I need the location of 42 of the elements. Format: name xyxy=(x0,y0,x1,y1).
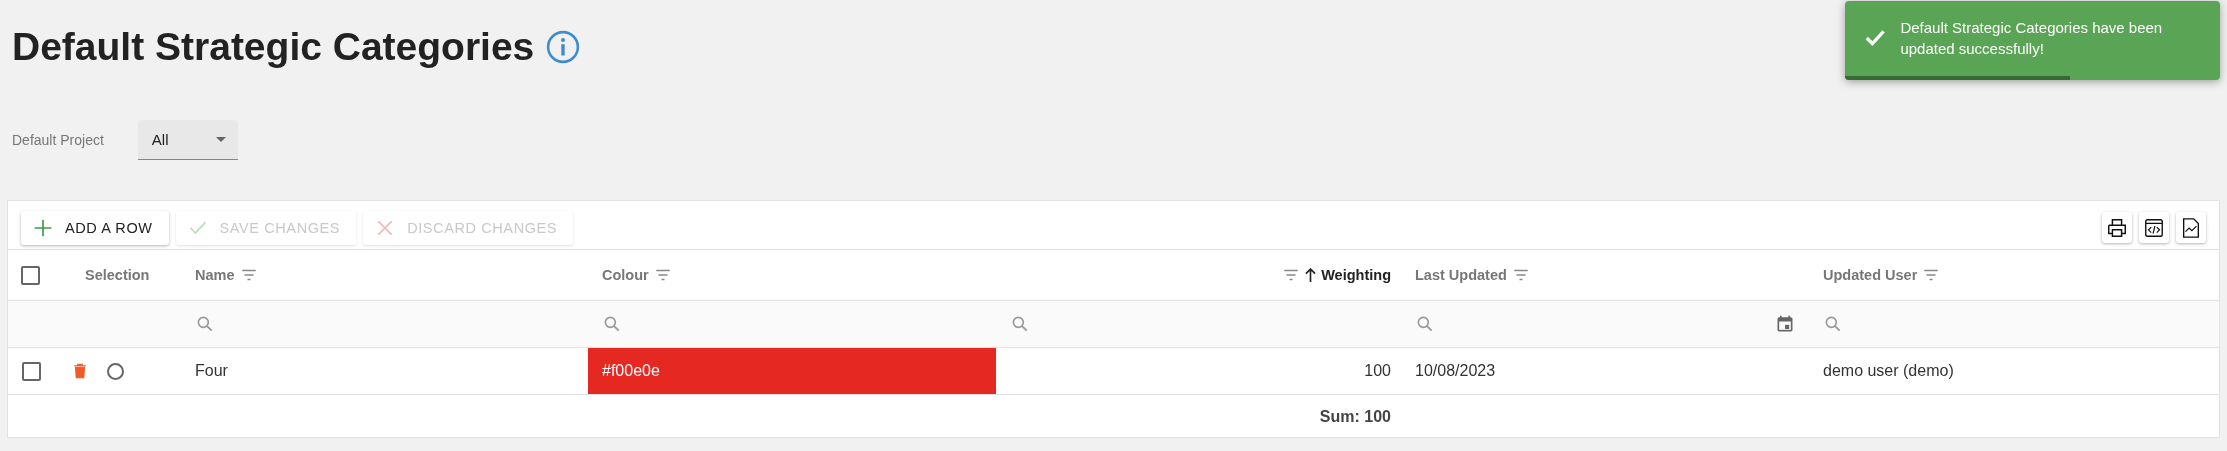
project-dropdown[interactable]: All xyxy=(137,120,238,160)
radio-button[interactable] xyxy=(107,362,124,380)
search-icon xyxy=(195,314,215,334)
toast-message: Default Strategic Categories have been updated successfully! xyxy=(1900,17,2164,59)
column-header[interactable]: Selection xyxy=(85,267,150,283)
printer-icon xyxy=(2106,216,2128,239)
table-cell: Four xyxy=(195,362,228,380)
filter-field[interactable] xyxy=(602,314,622,334)
chart-file-icon xyxy=(2180,216,2202,239)
delete-icon xyxy=(71,362,89,380)
table-cell: demo user (demo) xyxy=(1823,362,1954,380)
search-icon xyxy=(1415,314,1435,334)
info-icon xyxy=(546,30,581,64)
code-window-icon xyxy=(2143,216,2165,239)
table-cell: 100 xyxy=(1364,362,1391,380)
field-label: Default Project xyxy=(12,132,104,148)
colour-cell: #f00e0e xyxy=(588,348,996,394)
search-icon xyxy=(1823,314,1843,334)
chart-button[interactable] xyxy=(2176,212,2206,243)
sum-label: Sum: 100 xyxy=(1319,408,1391,426)
filter-field[interactable] xyxy=(1823,314,1843,334)
sort-arrow-icon xyxy=(1305,267,1317,283)
column-header[interactable]: Name xyxy=(195,267,235,283)
page-title: Default Strategic Categories xyxy=(12,25,535,69)
search-icon xyxy=(1010,314,1030,334)
plus-icon xyxy=(33,217,53,238)
table-cell: 10/08/2023 xyxy=(1415,362,1496,380)
caret-icon xyxy=(215,137,226,142)
filter-field[interactable] xyxy=(195,314,215,334)
checkbox[interactable] xyxy=(22,361,41,381)
column-header[interactable]: Last Updated xyxy=(1415,267,1507,283)
print-button[interactable] xyxy=(2102,212,2132,243)
filter-field[interactable] xyxy=(1415,314,1435,334)
add-button[interactable]: ADD A ROW xyxy=(21,210,169,245)
calendar-icon xyxy=(1775,314,1795,334)
search-icon xyxy=(602,314,622,334)
column-header[interactable]: Weighting xyxy=(1321,267,1391,283)
filter-field[interactable] xyxy=(1010,314,1030,334)
column-header[interactable]: Colour xyxy=(602,267,649,283)
checkbox[interactable] xyxy=(21,265,40,285)
column-header[interactable]: Updated User xyxy=(1823,267,1918,283)
code-button[interactable] xyxy=(2139,212,2169,243)
